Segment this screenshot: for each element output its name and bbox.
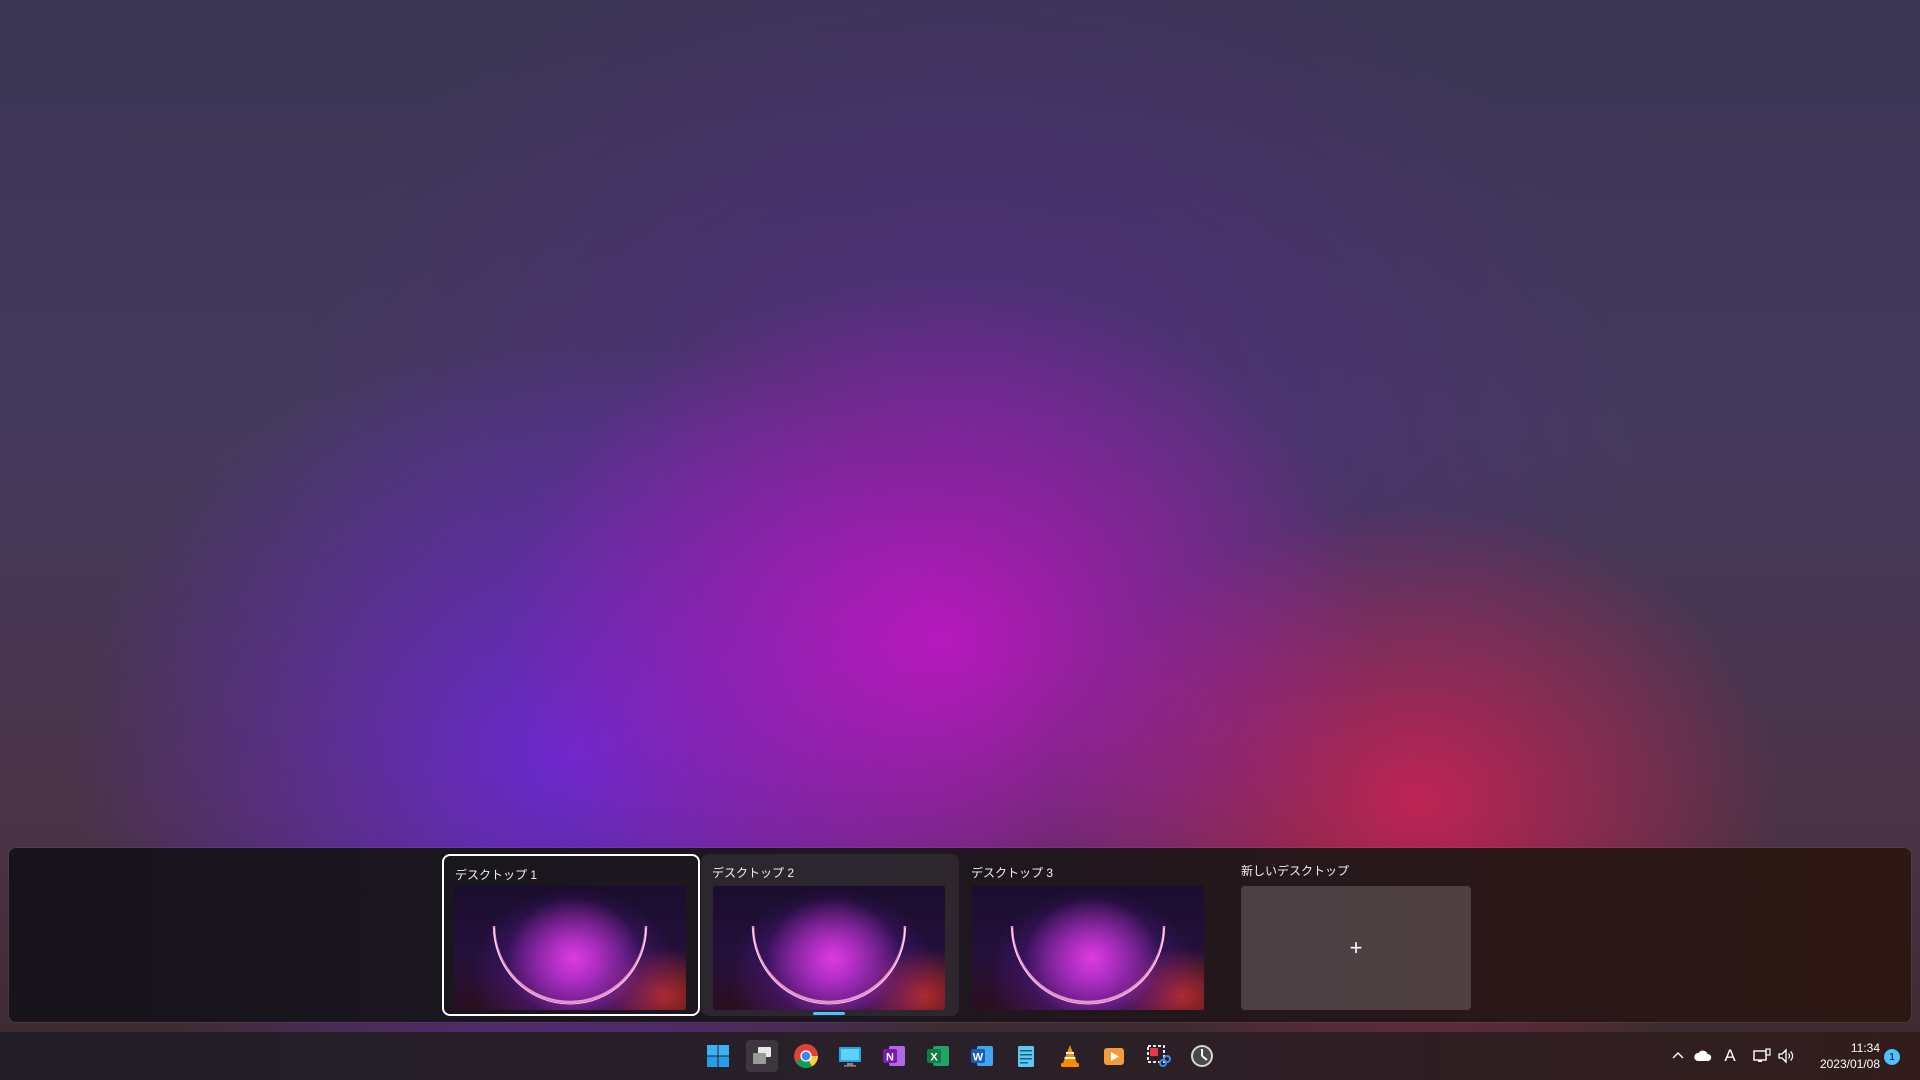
onedrive-cloud-icon[interactable] bbox=[1692, 1046, 1714, 1066]
new-desktop-button[interactable]: + bbox=[1241, 886, 1471, 1010]
notepad-icon[interactable] bbox=[1010, 1040, 1042, 1072]
word-icon[interactable]: W bbox=[966, 1040, 998, 1072]
desktop-card-2[interactable]: デスクトップ 2 bbox=[701, 854, 959, 1016]
windows-start-icon[interactable] bbox=[702, 1040, 734, 1072]
desktop-card-3[interactable]: デスクトップ 3 bbox=[960, 854, 1218, 1016]
desktop-card-label: デスクトップ 2 bbox=[712, 866, 795, 880]
show-hidden-icons-chevron-icon[interactable] bbox=[1670, 1046, 1686, 1066]
task-view-panel: デスクトップ 1 デスクトップ 2 デスクトップ 3 新しいデスクトップ + bbox=[9, 848, 1911, 1022]
word-letter: W bbox=[973, 1052, 984, 1064]
plus-icon: + bbox=[1349, 935, 1363, 960]
new-desktop-card[interactable]: 新しいデスクトップ + bbox=[1231, 854, 1489, 1016]
chrome-icon[interactable] bbox=[790, 1040, 822, 1072]
desktop-thumbnail bbox=[713, 886, 945, 1010]
desktop-card-label: デスクトップ 1 bbox=[455, 868, 538, 882]
network-icon[interactable] bbox=[1752, 1046, 1772, 1066]
new-desktop-label: 新しいデスクトップ bbox=[1241, 864, 1350, 878]
vlc-icon[interactable] bbox=[1054, 1040, 1086, 1072]
task-view-icon[interactable] bbox=[746, 1040, 778, 1072]
desktop-card-label: デスクトップ 3 bbox=[971, 866, 1054, 880]
ime-mode-indicator[interactable]: A bbox=[1720, 1046, 1740, 1066]
snipping-tool-icon[interactable] bbox=[1142, 1040, 1174, 1072]
system-clock[interactable]: 11:34 2023/01/08 bbox=[1800, 1040, 1880, 1072]
desktop-thumbnail bbox=[454, 886, 686, 1010]
taskbar: N X W A 11:34 2023/01/08 1 bbox=[0, 1032, 1920, 1080]
volume-icon[interactable] bbox=[1776, 1046, 1796, 1066]
clock-time: 11:34 bbox=[1850, 1041, 1880, 1055]
current-desktop-indicator bbox=[813, 1012, 845, 1015]
excel-letter: X bbox=[930, 1052, 938, 1064]
onenote-letter: N bbox=[886, 1052, 894, 1064]
clock-app-icon[interactable] bbox=[1186, 1040, 1218, 1072]
desktop-card-1[interactable]: デスクトップ 1 bbox=[442, 854, 700, 1016]
excel-icon[interactable]: X bbox=[922, 1040, 954, 1072]
clock-date: 2023/01/08 bbox=[1819, 1057, 1880, 1071]
desktop-thumbnail bbox=[972, 886, 1204, 1010]
notification-badge[interactable]: 1 bbox=[1884, 1049, 1900, 1065]
media-player-icon[interactable] bbox=[1098, 1040, 1130, 1072]
onenote-icon[interactable]: N bbox=[878, 1040, 910, 1072]
remote-desktop-icon[interactable] bbox=[834, 1040, 866, 1072]
